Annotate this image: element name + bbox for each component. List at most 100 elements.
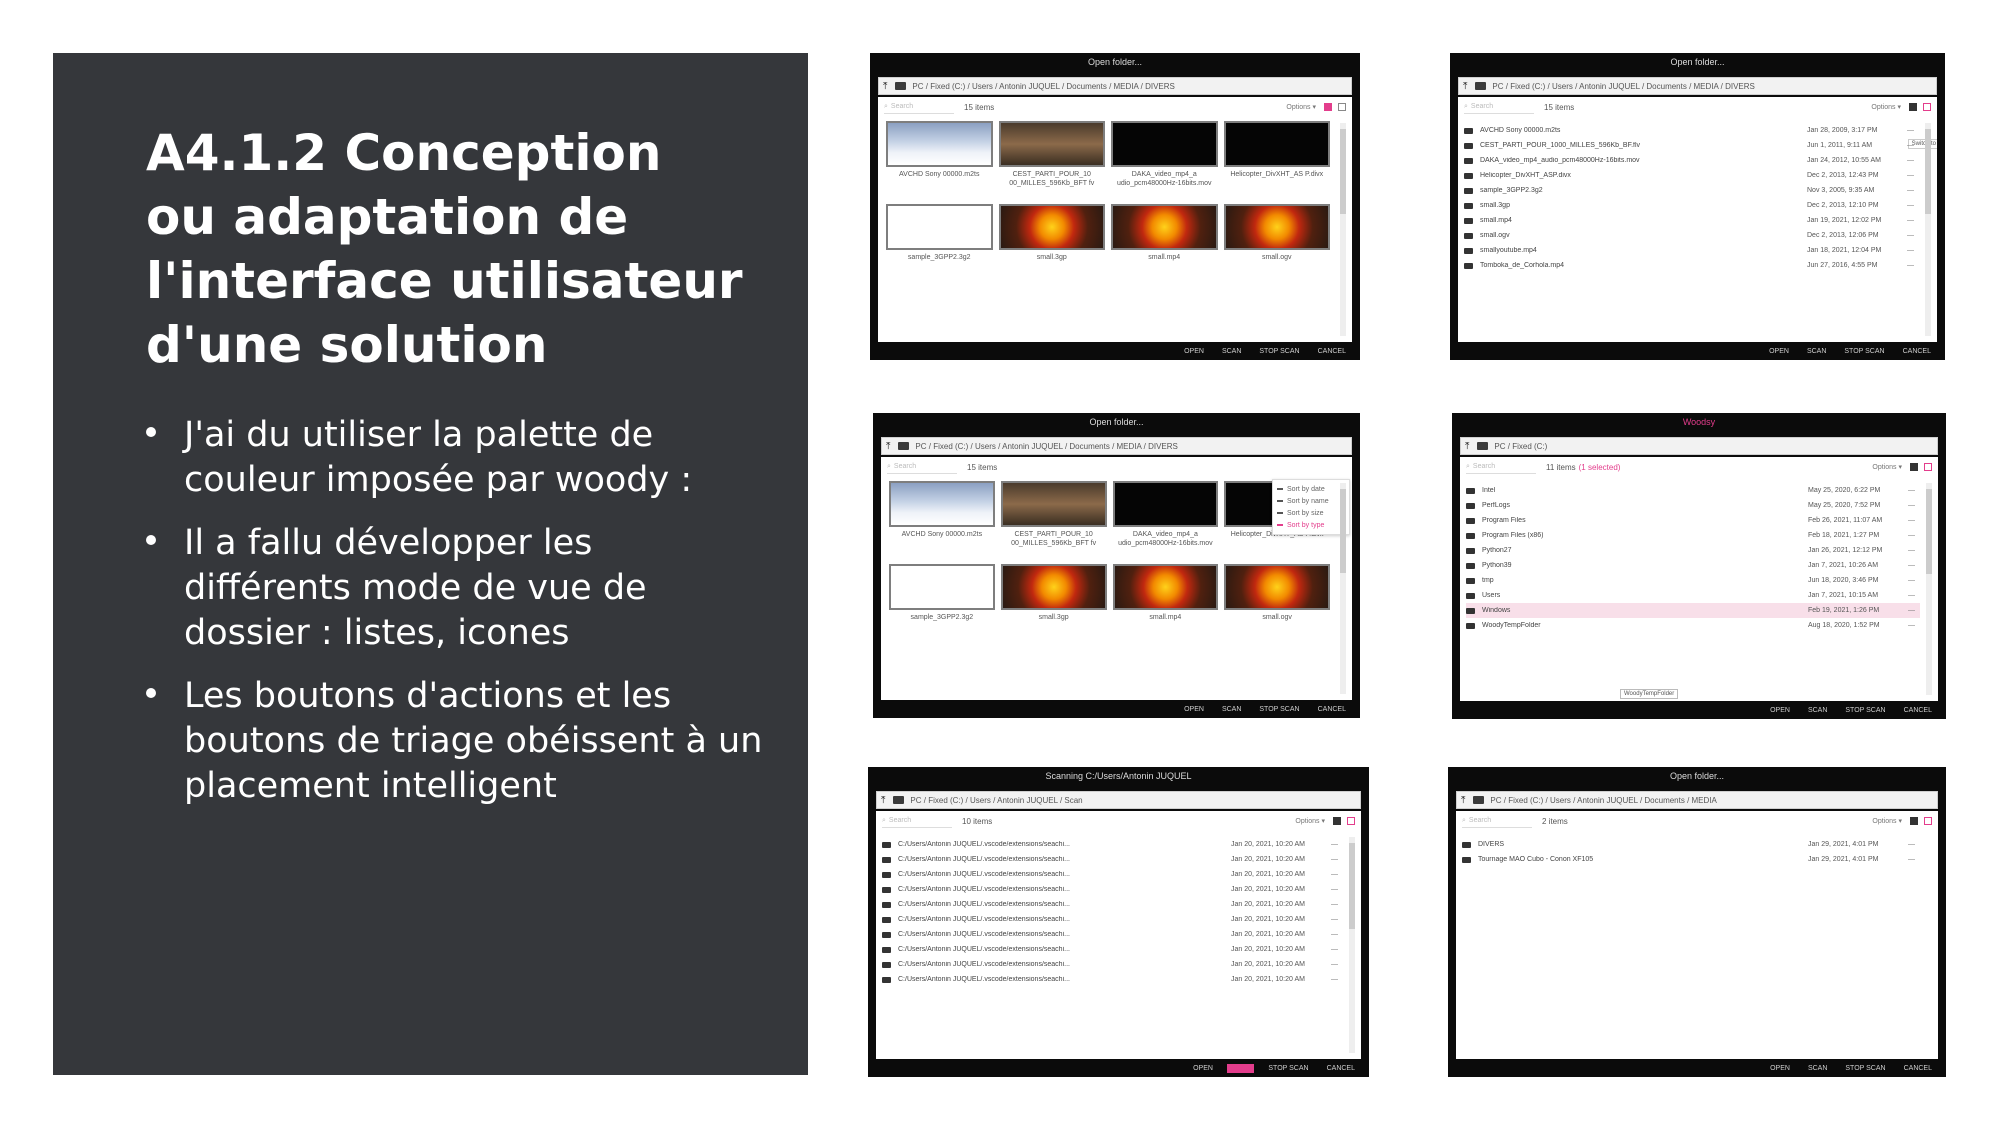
scan-button[interactable]: SCAN — [1804, 1064, 1831, 1073]
file-tile[interactable]: small.ogv — [1224, 564, 1330, 641]
search-input[interactable]: ⌕ Search — [884, 101, 954, 114]
list-item[interactable]: Intel May 25, 2020, 6:22 PM — — [1466, 483, 1920, 498]
list-item[interactable]: smallyoutube.mp4 Jan 18, 2021, 12:04 PM — — [1464, 243, 1919, 258]
list-view-icon[interactable] — [1924, 817, 1932, 825]
file-tile[interactable]: small.3gp — [1000, 564, 1107, 641]
breadcrumb[interactable]: PC / Fixed (C:) / Users / Antonin JUQUEL… — [1492, 82, 1754, 91]
sort-by-type-item[interactable]: Sort by type — [1277, 519, 1345, 531]
file-tile[interactable]: sample_3GPP2.3g2 — [886, 204, 993, 281]
list-item[interactable]: small.3gp Dec 2, 2013, 12:10 PM — — [1464, 198, 1919, 213]
list-item[interactable]: C:/Users/Antonin JUQUEL/.vscode/extensio… — [882, 882, 1343, 897]
breadcrumb[interactable]: PC / Fixed (C:) / Users / Antonin JUQUEL… — [910, 796, 1082, 805]
file-tile[interactable]: small.ogv — [1223, 204, 1330, 281]
search-input[interactable]: ⌕ Search — [882, 815, 952, 828]
open-button[interactable]: OPEN — [1180, 347, 1208, 356]
file-tile[interactable]: small.3gp — [998, 204, 1105, 281]
list-item[interactable]: Tomboka_de_Corhola.mp4 Jun 27, 2016, 4:55… — [1464, 258, 1919, 273]
open-button[interactable]: OPEN — [1180, 705, 1208, 714]
list-item[interactable]: C:/Users/Antonin JUQUEL/.vscode/extensio… — [882, 837, 1343, 852]
list-item[interactable]: AVCHD Sony 00000.m2ts Jan 28, 2009, 3:17 … — [1464, 123, 1919, 138]
search-input[interactable]: ⌕ Search — [1464, 101, 1534, 114]
list-view-icon[interactable] — [1347, 817, 1355, 825]
up-arrow-icon[interactable]: ⤒ — [886, 441, 890, 452]
file-tile[interactable]: small.mp4 — [1112, 564, 1219, 641]
list-item[interactable]: DAKA_video_mp4_audio_pcm48000Hz-16bits.m… — [1464, 153, 1919, 168]
file-tile[interactable]: AVCHD Sony 00000.m2ts — [889, 481, 995, 558]
scan-button[interactable]: SCAN — [1218, 705, 1245, 714]
list-item[interactable]: C:/Users/Antonin JUQUEL/.vscode/extensio… — [882, 912, 1343, 927]
open-button[interactable]: OPEN — [1766, 706, 1794, 715]
sort-by-date-item[interactable]: Sort by date — [1277, 483, 1345, 495]
list-view-icon[interactable] — [1923, 103, 1931, 111]
list-item[interactable]: small.ogv Dec 2, 2013, 12:06 PM — — [1464, 228, 1919, 243]
up-arrow-icon[interactable]: ⤒ — [1465, 441, 1469, 452]
scan-button[interactable]: SCAN — [1218, 347, 1245, 356]
grid-view-icon[interactable] — [1333, 817, 1341, 825]
file-tile[interactable]: small.mp4 — [1111, 204, 1218, 281]
file-tile[interactable]: DAKA_video_mp4_a udio_pcm48000Hz-16bits.… — [1111, 121, 1218, 198]
list-item[interactable]: C:/Users/Antonin JUQUEL/.vscode/extensio… — [882, 927, 1343, 942]
list-item[interactable]: Program Files Feb 26, 2021, 11:07 AM — — [1466, 513, 1920, 528]
cancel-button[interactable]: CANCEL — [1314, 347, 1350, 356]
open-button[interactable]: OPEN — [1765, 347, 1793, 356]
list-item-selected[interactable]: Windows Feb 19, 2021, 1:26 PM — — [1466, 603, 1920, 618]
file-tile[interactable]: Helicopter_DivXHT_AS P.divx — [1223, 121, 1330, 198]
scrollbar[interactable] — [1926, 483, 1932, 695]
scan-button[interactable]: SCAN — [1804, 706, 1831, 715]
breadcrumb[interactable]: PC / Fixed (C:) / Users / Antonin JUQUEL… — [912, 82, 1174, 91]
grid-view-icon[interactable] — [1909, 103, 1917, 111]
stop-scan-button[interactable]: STOP SCAN — [1841, 1064, 1889, 1073]
open-button[interactable]: OPEN — [1766, 1064, 1794, 1073]
up-arrow-icon[interactable]: ⤒ — [1461, 795, 1465, 806]
scrollbar[interactable] — [1925, 123, 1931, 336]
breadcrumb[interactable]: PC / Fixed (C:) — [1494, 442, 1547, 451]
search-input[interactable]: ⌕ Search — [1466, 461, 1536, 474]
scan-button[interactable]: SCAN — [1803, 347, 1830, 356]
list-item[interactable]: C:/Users/Antonin JUQUEL/.vscode/extensio… — [882, 957, 1343, 972]
list-item[interactable]: Users Jan 7, 2021, 10:15 AM — — [1466, 588, 1920, 603]
cancel-button[interactable]: CANCEL — [1899, 347, 1935, 356]
grid-view-icon[interactable] — [1910, 817, 1918, 825]
scrollbar[interactable] — [1340, 123, 1346, 336]
grid-view-icon[interactable] — [1324, 103, 1332, 111]
options-dropdown[interactable]: Options ▾ — [1872, 463, 1902, 471]
list-item[interactable]: C:/Users/Antonin JUQUEL/.vscode/extensio… — [882, 942, 1343, 957]
breadcrumb[interactable]: PC / Fixed (C:) / Users / Antonin JUQUEL… — [915, 442, 1177, 451]
stop-scan-button[interactable]: STOP SCAN — [1841, 706, 1889, 715]
list-item[interactable]: DIVERS Jan 29, 2021, 4:01 PM — — [1462, 837, 1920, 852]
file-tile[interactable]: CEST_PARTI_POUR_10 00_MILLES_596Kb_BFT f… — [1000, 481, 1107, 558]
list-item[interactable]: small.mp4 Jan 19, 2021, 12:02 PM — — [1464, 213, 1919, 228]
list-view-icon[interactable] — [1924, 463, 1932, 471]
list-item[interactable]: C:/Users/Antonin JUQUEL/.vscode/extensio… — [882, 867, 1343, 882]
list-item[interactable]: tmp Jun 18, 2020, 3:46 PM — — [1466, 573, 1920, 588]
stop-scan-button[interactable]: STOP SCAN — [1255, 347, 1303, 356]
list-item[interactable]: C:/Users/Antonin JUQUEL/.vscode/extensio… — [882, 972, 1343, 987]
scan-button[interactable]: SCAN — [1226, 1064, 1255, 1073]
options-dropdown[interactable]: Options ▾ — [1286, 103, 1316, 111]
up-arrow-icon[interactable]: ⤒ — [881, 795, 885, 806]
list-item[interactable]: C:/Users/Antonin JUQUEL/.vscode/extensio… — [882, 897, 1343, 912]
sort-by-name-item[interactable]: Sort by name — [1277, 495, 1345, 507]
file-tile[interactable]: AVCHD Sony 00000.m2ts — [886, 121, 993, 198]
grid-view-icon[interactable] — [1910, 463, 1918, 471]
up-arrow-icon[interactable]: ⤒ — [883, 81, 887, 92]
stop-scan-button[interactable]: STOP SCAN — [1255, 705, 1303, 714]
search-input[interactable]: ⌕ Search — [887, 461, 957, 474]
stop-scan-button[interactable]: STOP SCAN — [1840, 347, 1888, 356]
cancel-button[interactable]: CANCEL — [1900, 1064, 1936, 1073]
up-arrow-icon[interactable]: ⤒ — [1463, 81, 1467, 92]
list-item[interactable]: WoodyTempFolder Aug 18, 2020, 1:52 PM — — [1466, 618, 1920, 633]
scrollbar[interactable] — [1349, 837, 1355, 1053]
list-item[interactable]: CEST_PARTI_POUR_1000_MILLES_596Kb_BF.flv… — [1464, 138, 1919, 153]
search-input[interactable]: ⌕ Search — [1462, 815, 1532, 828]
options-dropdown[interactable]: Options ▾ — [1872, 817, 1902, 825]
cancel-button[interactable]: CANCEL — [1900, 706, 1936, 715]
stop-scan-button[interactable]: STOP SCAN — [1264, 1064, 1312, 1073]
sort-by-size-item[interactable]: Sort by size — [1277, 507, 1345, 519]
cancel-button[interactable]: CANCEL — [1314, 705, 1350, 714]
list-item[interactable]: C:/Users/Antonin JUQUEL/.vscode/extensio… — [882, 852, 1343, 867]
list-item[interactable]: Helicopter_DivXHT_ASP.divx Dec 2, 2013, 1… — [1464, 168, 1919, 183]
list-view-icon[interactable] — [1338, 103, 1346, 111]
file-tile[interactable]: DAKA_video_mp4_a udio_pcm48000Hz-16bits.… — [1112, 481, 1219, 558]
file-tile[interactable]: sample_3GPP2.3g2 — [889, 564, 995, 641]
